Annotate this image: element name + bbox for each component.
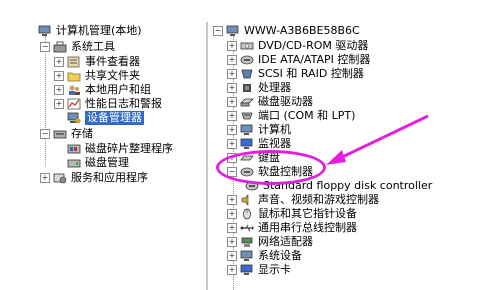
expand-icon[interactable]: + bbox=[54, 99, 64, 109]
tree-item-computer-root[interactable]: − WWW-A3B6BE58B6C bbox=[213, 24, 360, 38]
tree-item-computer[interactable]: + 计算机 bbox=[227, 123, 291, 137]
tree-item-shared-folders[interactable]: + 共享文件夹 bbox=[54, 69, 140, 83]
monitor-icon bbox=[240, 138, 254, 150]
display-adapter-icon bbox=[240, 264, 254, 276]
annotation-arrow bbox=[326, 114, 429, 165]
tree-item-disk-drives[interactable]: + 磁盘驱动器 bbox=[227, 95, 313, 109]
computer-management-icon bbox=[38, 25, 52, 37]
scsi-controller-icon bbox=[240, 68, 254, 80]
tree-item-perf-logs[interactable]: + 性能日志和警报 bbox=[54, 97, 162, 111]
expand-icon[interactable]: + bbox=[227, 83, 237, 93]
expand-icon[interactable]: + bbox=[227, 251, 237, 261]
collapse-icon[interactable]: − bbox=[40, 42, 50, 52]
console-tree-pane[interactable]: 计算机管理(本地) − 系统工具 + 事件查看器 + 共享文件夹 + 本地用户和… bbox=[36, 22, 210, 290]
tree-item-monitors[interactable]: + 监视器 bbox=[227, 137, 291, 151]
tree-item-ide-controllers[interactable]: + IDE ATA/ATAPI 控制器 bbox=[227, 53, 370, 67]
sound-icon bbox=[240, 194, 254, 206]
tree-item-storage[interactable]: − 存储 bbox=[40, 127, 93, 141]
tree-item-scsi-controllers[interactable]: + SCSI 和 RAID 控制器 bbox=[227, 67, 364, 81]
usb-icon bbox=[240, 222, 254, 234]
shared-folder-icon bbox=[67, 70, 81, 82]
expand-icon[interactable]: + bbox=[227, 237, 237, 247]
expand-icon[interactable]: + bbox=[227, 69, 237, 79]
expand-icon[interactable]: + bbox=[227, 41, 237, 51]
tree-item-local-users[interactable]: + 本地用户和组 bbox=[54, 83, 151, 97]
storage-icon bbox=[53, 128, 67, 140]
tree-item-mice[interactable]: + 鼠标和其它指针设备 bbox=[227, 207, 357, 221]
highlight-ellipse bbox=[216, 150, 326, 185]
tree-item-system-tools[interactable]: − 系统工具 bbox=[40, 40, 115, 54]
tree-item-usb-controllers[interactable]: + 通用串行总线控制器 bbox=[227, 221, 357, 235]
expand-icon[interactable]: + bbox=[54, 85, 64, 95]
cd-drive-icon bbox=[240, 40, 254, 52]
expand-icon[interactable]: + bbox=[227, 195, 237, 205]
expand-icon[interactable]: + bbox=[227, 223, 237, 233]
collapse-icon[interactable]: − bbox=[40, 129, 50, 139]
tree-item-disk-management[interactable]: 磁盘管理 bbox=[67, 156, 129, 170]
expand-icon[interactable]: + bbox=[227, 139, 237, 149]
services-icon bbox=[53, 172, 67, 184]
processor-icon bbox=[240, 82, 254, 94]
tree-item-sound-controllers[interactable]: + 声音、视频和游戏控制器 bbox=[227, 193, 379, 207]
computer-icon bbox=[226, 25, 240, 37]
tree-item-defrag[interactable]: 磁盘碎片整理程序 bbox=[67, 142, 173, 156]
disk-management-icon bbox=[67, 157, 81, 169]
expand-icon[interactable]: + bbox=[227, 209, 237, 219]
toolbox-icon bbox=[53, 41, 67, 53]
tree-item-dvd-drives[interactable]: + DVD/CD-ROM 驱动器 bbox=[227, 39, 368, 53]
expand-icon[interactable]: + bbox=[54, 57, 64, 67]
performance-icon bbox=[67, 98, 81, 110]
arrow-head bbox=[326, 150, 346, 165]
computer-management-window: 计算机管理(本地) − 系统工具 + 事件查看器 + 共享文件夹 + 本地用户和… bbox=[0, 0, 499, 290]
event-viewer-icon bbox=[67, 56, 81, 68]
tree-item-services-apps[interactable]: + 服务和应用程序 bbox=[40, 171, 148, 185]
expand-icon[interactable]: + bbox=[227, 55, 237, 65]
disk-drive-icon bbox=[240, 96, 254, 108]
tree-item-network-adapters[interactable]: + 网络适配器 bbox=[227, 235, 313, 249]
expand-icon[interactable]: + bbox=[227, 265, 237, 275]
network-adapter-icon bbox=[240, 236, 254, 248]
tree-item-display-adapters[interactable]: + 显示卡 bbox=[227, 263, 291, 277]
pane-divider[interactable] bbox=[206, 22, 208, 290]
tree-item-computer-management[interactable]: 计算机管理(本地) bbox=[38, 24, 142, 38]
computer-icon bbox=[240, 124, 254, 136]
tree-item-system-devices[interactable]: + 系统设备 bbox=[227, 249, 302, 263]
expand-icon[interactable]: + bbox=[40, 173, 50, 183]
tree-item-device-manager[interactable]: 设备管理器 bbox=[67, 111, 144, 125]
defrag-icon bbox=[67, 143, 81, 155]
expand-icon[interactable]: + bbox=[227, 125, 237, 135]
tree-item-event-viewer[interactable]: + 事件查看器 bbox=[54, 55, 140, 69]
ide-controller-icon bbox=[240, 54, 254, 66]
users-icon bbox=[67, 84, 81, 96]
expand-icon[interactable]: + bbox=[227, 97, 237, 107]
system-device-icon bbox=[240, 250, 254, 262]
collapse-icon[interactable]: − bbox=[213, 26, 223, 36]
port-icon bbox=[240, 110, 254, 122]
expand-icon[interactable]: + bbox=[227, 111, 237, 121]
device-manager-icon bbox=[67, 112, 81, 124]
arrow-shaft bbox=[335, 114, 429, 162]
expand-icon[interactable]: + bbox=[54, 71, 64, 81]
tree-item-processors[interactable]: + 处理器 bbox=[227, 81, 291, 95]
mouse-icon bbox=[240, 208, 254, 220]
